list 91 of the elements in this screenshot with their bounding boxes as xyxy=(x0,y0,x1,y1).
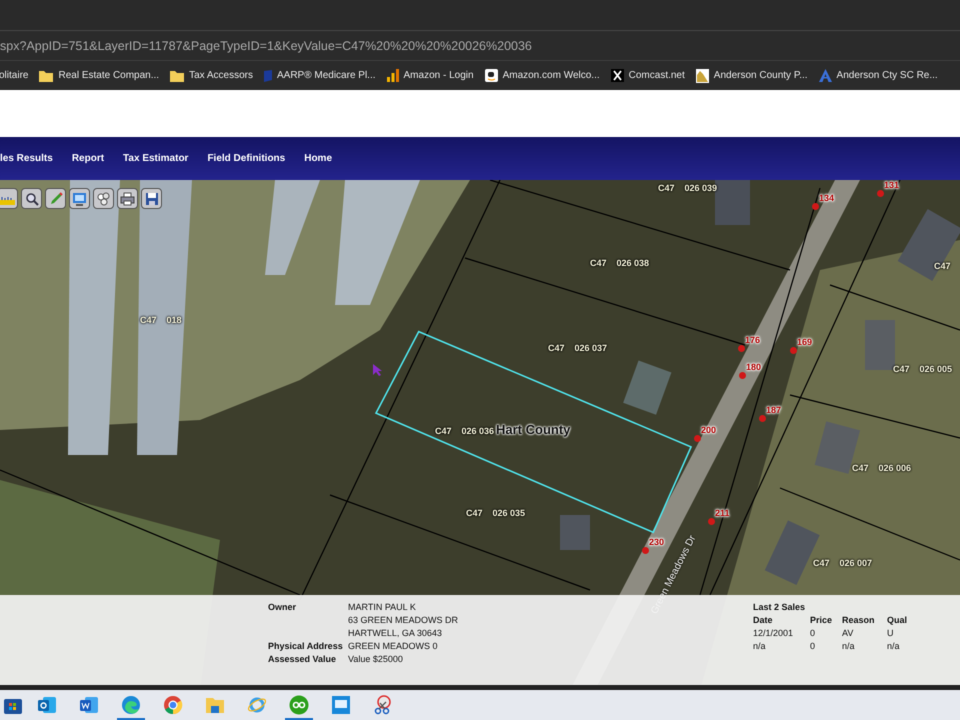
save-button[interactable] xyxy=(141,188,162,209)
table-cell-text: n/a xyxy=(753,640,767,653)
ring-logo-icon xyxy=(163,695,183,715)
table-cell-text: n/a xyxy=(842,640,856,653)
circle-logo-icon xyxy=(289,695,309,715)
table-cell-text: 0 xyxy=(810,640,816,653)
bookmark-link[interactable]: Comcast.net xyxy=(610,69,685,82)
address-point-icon xyxy=(759,415,766,422)
address-number: 211 xyxy=(715,508,730,518)
field-value: 63 GREEN MEADOWS DR xyxy=(348,614,460,627)
address-number: 230 xyxy=(649,537,664,547)
cursor-icon xyxy=(373,364,383,376)
shield-icon xyxy=(264,70,272,82)
parcel-label: C47 026 037 xyxy=(548,343,608,353)
ring-orbit-icon xyxy=(247,695,267,715)
address-number: 169 xyxy=(797,337,812,347)
table-cell-text: 0 xyxy=(810,627,816,640)
field-label: Assessed Value xyxy=(268,653,338,666)
printer-icon xyxy=(120,192,135,206)
address-point-icon xyxy=(877,190,884,197)
measure-button[interactable] xyxy=(0,188,18,209)
address-point-icon xyxy=(642,547,649,554)
screen-icon xyxy=(72,192,87,206)
address-point-icon xyxy=(812,203,819,210)
floppy-icon xyxy=(144,192,158,206)
sales-title: Last 2 Sales xyxy=(753,601,806,614)
wave-logo-icon xyxy=(121,695,141,715)
parcel-label: C47 xyxy=(934,261,951,271)
bookmark-link[interactable]: Tax Accessors xyxy=(170,70,253,82)
nav-link[interactable]: Report xyxy=(72,153,104,164)
photo-icon xyxy=(696,68,709,82)
scissors-icon xyxy=(373,695,393,715)
bookmark-link[interactable]: Real Estate Compan... xyxy=(39,70,160,82)
table-cell-text: 12/1/2001 xyxy=(753,627,794,640)
column-header: Qual xyxy=(887,614,908,627)
table-cell-text: U xyxy=(887,627,894,640)
county-label: Hart County xyxy=(496,422,570,437)
field-value: MARTIN PAUL K xyxy=(348,601,417,614)
smile-logo-icon xyxy=(484,69,498,82)
parcel-label: C47 026 007 xyxy=(813,558,872,568)
triangle-logo-icon xyxy=(818,69,832,82)
table-cell-text: n/a xyxy=(887,640,901,653)
bookmark-link[interactable]: Anderson County P... xyxy=(696,68,808,82)
mail-app-icon xyxy=(37,695,57,715)
layers-button[interactable] xyxy=(93,188,114,209)
cross-logo-icon xyxy=(610,69,624,82)
select-button[interactable] xyxy=(69,188,90,209)
monitor-icon xyxy=(331,695,351,715)
bar-chart-icon xyxy=(386,69,399,82)
column-header: Date xyxy=(753,614,774,627)
address-number: 131 xyxy=(884,180,900,190)
address-number: 180 xyxy=(746,362,762,372)
nav-link[interactable]: Tax Estimator xyxy=(123,153,188,164)
magnifier-icon xyxy=(24,192,38,206)
address-point-icon xyxy=(694,435,701,442)
address-point-icon xyxy=(708,518,715,525)
field-value: HARTWELL, GA 30643 xyxy=(348,627,443,640)
pencil-icon xyxy=(48,192,62,206)
parcel-label: C47 018 xyxy=(140,315,182,325)
field-value: GREEN MEADOWS 0 xyxy=(348,640,439,653)
bookmark-link[interactable]: AARP® Medicare Pl... xyxy=(264,70,376,82)
draw-button[interactable] xyxy=(45,188,66,209)
folder-icon xyxy=(205,696,225,714)
parcel-label: C47 026 036 xyxy=(435,426,494,436)
table-cell-text: AV xyxy=(842,627,854,640)
bookmark-link[interactable]: Amazon - Login xyxy=(386,69,474,82)
folder-icon xyxy=(39,70,54,82)
print-button[interactable] xyxy=(117,188,138,209)
bookmark-link[interactable]: Anderson Cty SC Re... xyxy=(818,69,938,82)
field-label: Owner xyxy=(268,601,298,614)
column-header: Price xyxy=(810,614,834,627)
parcel-label: C47 026 035 xyxy=(466,508,526,518)
address-number: 187 xyxy=(766,405,782,415)
address-point-icon xyxy=(739,372,746,379)
nav-link[interactable]: Field Definitions xyxy=(207,153,286,164)
document-app-icon xyxy=(79,695,99,715)
field-value: Value $25000 xyxy=(348,653,404,666)
address-point-icon xyxy=(790,347,797,354)
nav-link[interactable]: Home xyxy=(304,153,332,164)
address-point-icon xyxy=(738,345,745,352)
nav-link[interactable]: les Results xyxy=(0,153,53,164)
parcel-label: C47 026 005 xyxy=(893,364,952,374)
bookmark-link[interactable]: Amazon.com Welco... xyxy=(484,69,600,82)
folder-icon xyxy=(170,70,184,82)
parcel-label: C47 026 039 xyxy=(658,183,718,193)
circles-icon xyxy=(96,192,110,206)
column-header: Reason xyxy=(842,614,876,627)
field-label: Physical Address xyxy=(268,640,344,653)
parcel-label: C47 026 006 xyxy=(852,463,912,473)
parcel-label: C47 026 038 xyxy=(590,258,650,268)
zoom-button[interactable] xyxy=(21,188,42,209)
